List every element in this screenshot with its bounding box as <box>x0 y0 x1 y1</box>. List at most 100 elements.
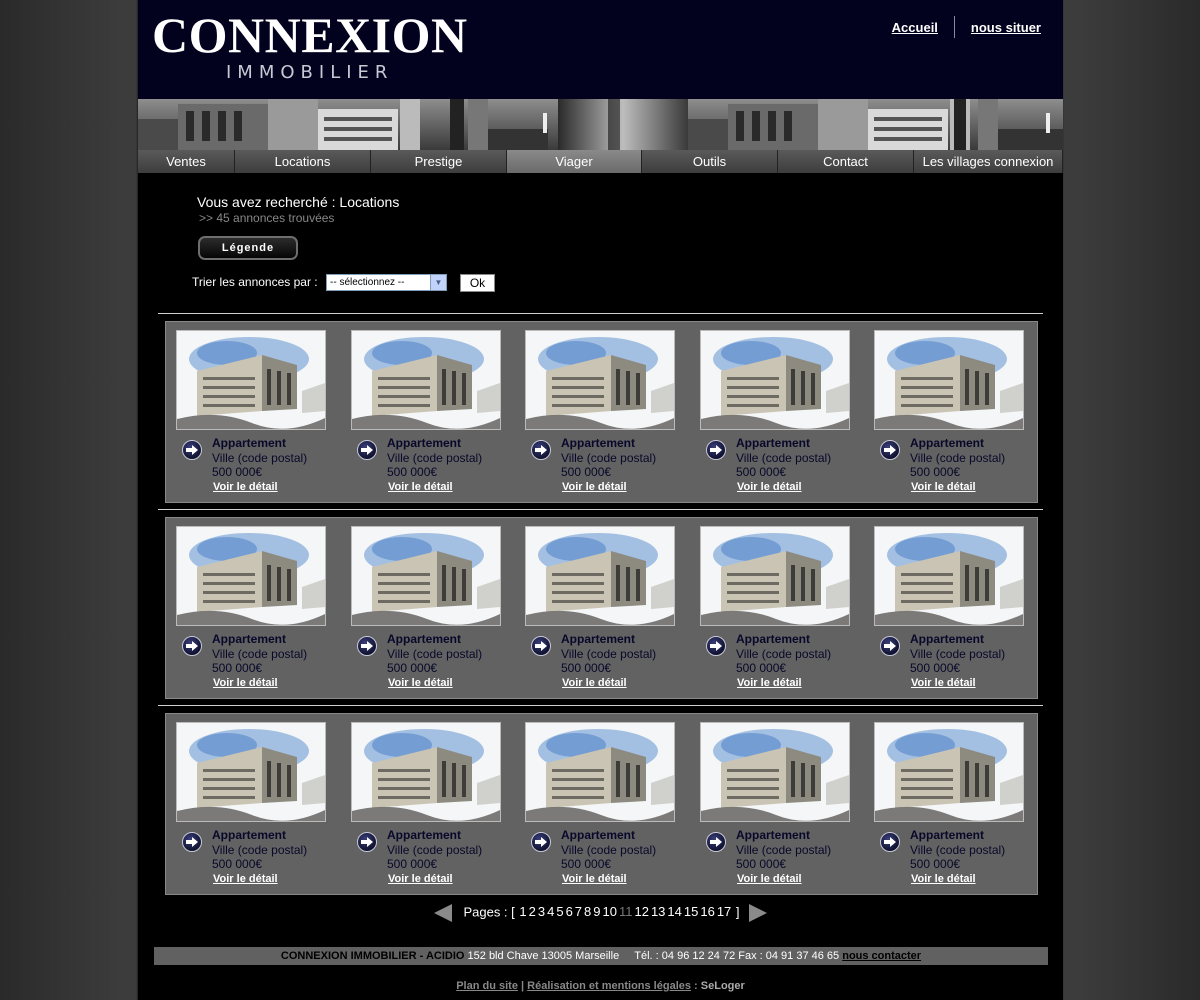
ok-button[interactable]: Ok <box>460 274 495 292</box>
arrow-right-icon[interactable] <box>706 636 726 656</box>
page-number[interactable]: 14 <box>667 904 681 919</box>
nav-outils[interactable]: Outils <box>642 150 778 173</box>
listing-type: Appartement <box>736 436 811 450</box>
listing-city: Ville (code postal) <box>387 843 483 857</box>
listing-photo[interactable] <box>525 330 675 430</box>
detail-link[interactable]: Voir le détail <box>388 481 453 493</box>
sort-select[interactable]: -- sélectionnez -- ▼ <box>326 274 447 291</box>
page-number[interactable]: 9 <box>593 904 600 919</box>
detail-link[interactable]: Voir le détail <box>388 873 453 885</box>
divider <box>158 509 1043 510</box>
arrow-right-icon[interactable] <box>706 832 726 852</box>
listing-photo[interactable] <box>351 526 501 626</box>
detail-link[interactable]: Voir le détail <box>737 677 802 689</box>
arrow-right-icon[interactable] <box>357 636 377 656</box>
detail-link[interactable]: Voir le détail <box>213 873 278 885</box>
chevron-down-icon[interactable]: ▼ <box>430 275 446 290</box>
listing-photo[interactable] <box>874 722 1024 822</box>
listing-city: Ville (code postal) <box>736 451 832 465</box>
listing-photo[interactable] <box>351 722 501 822</box>
listing-card: Appartement Ville (code postal) 500 000€… <box>166 526 326 701</box>
listing-photo[interactable] <box>176 722 326 822</box>
page-number[interactable]: 10 <box>603 904 617 919</box>
arrow-right-icon[interactable] <box>706 440 726 460</box>
detail-link[interactable]: Voir le détail <box>911 677 976 689</box>
listing-city: Ville (code postal) <box>910 451 1006 465</box>
page-number[interactable]: 8 <box>584 904 591 919</box>
listing-city: Ville (code postal) <box>212 451 308 465</box>
detail-link[interactable]: Voir le détail <box>213 677 278 689</box>
listing-row: Appartement Ville (code postal) 500 000€… <box>165 321 1038 503</box>
listing-photo[interactable] <box>700 526 850 626</box>
listing-photo[interactable] <box>176 330 326 430</box>
arrow-right-icon[interactable] <box>531 832 551 852</box>
page-number[interactable]: 2 <box>529 904 536 919</box>
arrow-right-icon[interactable] <box>531 636 551 656</box>
page-number[interactable]: 3 <box>538 904 545 919</box>
detail-link[interactable]: Voir le détail <box>562 873 627 885</box>
listing-photo[interactable] <box>525 722 675 822</box>
listing-type: Appartement <box>387 436 462 450</box>
listing-photo[interactable] <box>700 330 850 430</box>
page-number[interactable]: 1 <box>519 904 526 919</box>
next-page-arrow-icon[interactable] <box>749 904 768 922</box>
arrow-right-icon[interactable] <box>880 832 900 852</box>
detail-link[interactable]: Voir le détail <box>911 873 976 885</box>
legend-button[interactable]: Légende <box>198 236 298 260</box>
detail-link[interactable]: Voir le détail <box>388 677 453 689</box>
page-number[interactable]: 4 <box>547 904 554 919</box>
detail-link[interactable]: Voir le détail <box>911 481 976 493</box>
listing-photo[interactable] <box>874 330 1024 430</box>
listing-card: Appartement Ville (code postal) 500 000€… <box>515 330 675 505</box>
page: CONNEXION IMMOBILIER Accueil nous situer <box>138 0 1063 1000</box>
detail-link[interactable]: Voir le détail <box>737 481 802 493</box>
detail-link[interactable]: Voir le détail <box>737 873 802 885</box>
nav-viager[interactable]: Viager <box>507 150 642 173</box>
nav-villages[interactable]: Les villages connexion <box>914 150 1063 173</box>
listing-photo[interactable] <box>874 526 1024 626</box>
detail-link[interactable]: Voir le détail <box>562 481 627 493</box>
nous-situer-link[interactable]: nous situer <box>971 20 1041 35</box>
nav-ventes[interactable]: Ventes <box>138 150 235 173</box>
arrow-right-icon[interactable] <box>182 832 202 852</box>
listing-price: 500 000€ <box>212 857 263 871</box>
footer-address: 152 bld Chave 13005 Marseille <box>467 950 620 962</box>
arrow-right-icon[interactable] <box>182 636 202 656</box>
listing-price: 500 000€ <box>561 465 612 479</box>
listing-photo[interactable] <box>525 526 675 626</box>
nav-prestige[interactable]: Prestige <box>371 150 507 173</box>
accueil-link[interactable]: Accueil <box>892 20 938 35</box>
page-number[interactable]: 5 <box>556 904 563 919</box>
listing-photo[interactable] <box>700 722 850 822</box>
legal-link[interactable]: Réalisation et mentions légales <box>527 980 691 992</box>
logo-main[interactable]: CONNEXION <box>152 6 468 64</box>
prev-page-arrow-icon[interactable] <box>433 904 452 922</box>
page-number[interactable]: 17 <box>717 904 731 919</box>
page-number[interactable]: 12 <box>634 904 648 919</box>
nav-contact[interactable]: Contact <box>778 150 914 173</box>
nav-locations[interactable]: Locations <box>235 150 371 173</box>
page-number[interactable]: 6 <box>566 904 573 919</box>
page-number[interactable]: 16 <box>700 904 714 919</box>
page-number[interactable]: 13 <box>651 904 665 919</box>
arrow-right-icon[interactable] <box>880 636 900 656</box>
listing-price: 500 000€ <box>212 661 263 675</box>
page-number[interactable]: 15 <box>684 904 698 919</box>
listing-row: Appartement Ville (code postal) 500 000€… <box>165 517 1038 699</box>
listing-photo[interactable] <box>176 526 326 626</box>
page-number[interactable]: 7 <box>575 904 582 919</box>
listing-card: Appartement Ville (code postal) 500 000€… <box>690 330 850 505</box>
arrow-right-icon[interactable] <box>182 440 202 460</box>
sitemap-link[interactable]: Plan du site <box>456 980 518 992</box>
listing-card: Appartement Ville (code postal) 500 000€… <box>515 526 675 701</box>
detail-link[interactable]: Voir le détail <box>213 481 278 493</box>
arrow-right-icon[interactable] <box>357 440 377 460</box>
listing-photo[interactable] <box>351 330 501 430</box>
arrow-right-icon[interactable] <box>880 440 900 460</box>
detail-link[interactable]: Voir le détail <box>562 677 627 689</box>
listing-price: 500 000€ <box>561 661 612 675</box>
listing-city: Ville (code postal) <box>561 451 657 465</box>
arrow-right-icon[interactable] <box>531 440 551 460</box>
arrow-right-icon[interactable] <box>357 832 377 852</box>
contact-link[interactable]: nous contacter <box>842 950 921 962</box>
